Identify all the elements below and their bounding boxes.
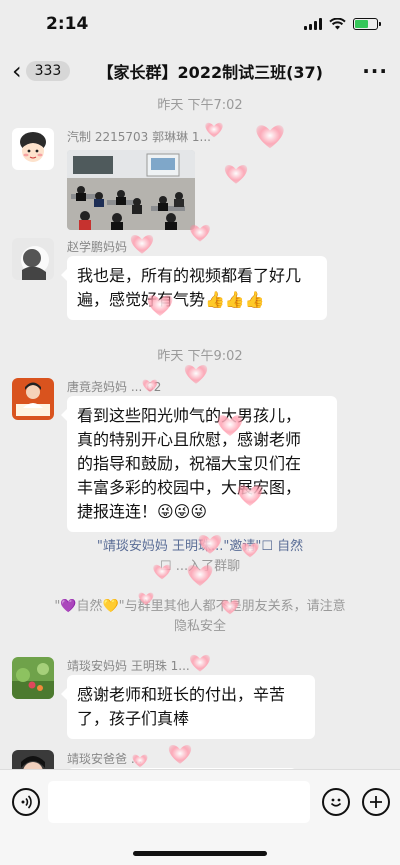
message-photo: 汽制 2215703 郭琳琳 1... — [12, 128, 388, 240]
avatar[interactable] — [12, 238, 54, 280]
status-icons — [304, 18, 381, 30]
emoji-icon — [330, 798, 342, 807]
message: 唐竟尧妈妈 ... 62 看到这些阳光帅气的大男孩儿， 真的特别开心且欣慰，感谢… — [12, 378, 388, 532]
message: 靖琰安妈妈 王明珠 1... 感谢老师和班长的付出，辛苦 了，孩子们真棒 — [12, 657, 388, 739]
chat-title: 【家长群】2022制试三班(37) — [97, 63, 323, 82]
emoji-button[interactable] — [322, 788, 350, 816]
message: 赵学鹏妈妈 我也是，所有的视频都看了好几 遍，感觉好有气势👍👍👍 — [12, 238, 388, 323]
message-text: 感谢老师和班长的付出，辛苦 — [77, 685, 286, 704]
add-button[interactable] — [362, 788, 390, 816]
plus-icon — [370, 796, 382, 808]
message-text: 丰富多彩的校园中，大展宏图， — [77, 478, 302, 497]
system-notice: "靖琰安妈妈 王明珠..."邀请"☐ 自然 ☐ ...入了群聊 — [20, 537, 380, 577]
message-text: 捷报连连！😜😜😜 — [77, 502, 208, 521]
more-options-button[interactable]: ··· — [362, 59, 388, 83]
timestamp: 昨天 下午7:02 — [157, 98, 243, 113]
battery-icon — [353, 18, 381, 30]
system-link[interactable]: 王明珠..."邀请"☐ 自然 — [172, 539, 303, 554]
message-text: 真的特别开心且欣慰，感谢老师 — [77, 430, 302, 449]
chevron-left-icon: ‹ — [12, 57, 22, 85]
timestamp: 昨天 下午9:02 — [157, 349, 243, 364]
message-input[interactable] — [48, 781, 310, 823]
unread-count-badge: 333 — [25, 61, 71, 81]
message-bubble[interactable]: 感谢老师和班长的付出，辛苦 了，孩子们真棒 — [61, 675, 315, 739]
message-text: 了，孩子们真棒 — [77, 709, 190, 728]
sender-name: 靖琰安爸爸 ... — [67, 752, 143, 766]
system-text: "💜自然💛"与群里其他人都不是朋友关系，请注意 — [54, 599, 346, 614]
sender-name: 赵学鹏妈妈 — [67, 240, 128, 254]
privacy-notice: "💜自然💛"与群里其他人都不是朋友关系，请注意 隐私安全 — [20, 597, 380, 637]
message: 靖琰安爸爸 ... — [12, 750, 388, 769]
sender-name: 靖琰安妈妈 王明珠 1... — [67, 659, 190, 673]
chat-area[interactable]: 昨天 下午7:02 汽制 2215703 郭琳琳 1... 赵学鹏妈妈 我也是，… — [0, 94, 400, 769]
message-text: 的指导和鼓励，祝福大宝贝们在 — [77, 454, 302, 473]
system-text: 隐私安全 — [173, 619, 226, 634]
message-text: 看到这些阳光帅气的大男孩儿， — [77, 406, 302, 425]
signal-icon — [304, 18, 322, 30]
message-bubble[interactable]: 看到这些阳光帅气的大男孩儿， 真的特别开心且欣慰，感谢老师 的指导和鼓励，祝福大… — [61, 396, 337, 532]
voice-icon — [21, 795, 32, 809]
avatar[interactable] — [12, 378, 54, 420]
system-text: ☐ ...入了群聊 — [159, 559, 241, 574]
message-text: 我也是，所有的视频都看了好几 — [77, 266, 302, 285]
system-link[interactable]: "靖琰安妈妈 — [97, 539, 168, 554]
status-time: 2:14 — [46, 14, 89, 34]
sender-name: 唐竟尧妈妈 ... 62 — [67, 380, 162, 394]
avatar[interactable] — [12, 657, 54, 699]
classroom-photo[interactable] — [67, 150, 195, 230]
wifi-icon — [329, 18, 346, 30]
avatar[interactable] — [12, 128, 54, 170]
voice-button[interactable] — [12, 788, 40, 816]
back-button[interactable]: ‹ 333 — [12, 57, 71, 85]
home-indicator — [133, 851, 267, 856]
status-bar: 2:14 — [0, 0, 400, 48]
sender-name: 汽制 2215703 郭琳琳 1... — [67, 130, 211, 144]
avatar[interactable] — [12, 750, 54, 769]
message-bubble[interactable]: 我也是，所有的视频都看了好几 遍，感觉好有气势👍👍👍 — [61, 256, 327, 320]
message-text: 遍，感觉好有气势👍👍👍 — [77, 290, 265, 309]
nav-bar: ‹ 333 【家长群】2022制试三班(37) ··· — [0, 48, 400, 94]
